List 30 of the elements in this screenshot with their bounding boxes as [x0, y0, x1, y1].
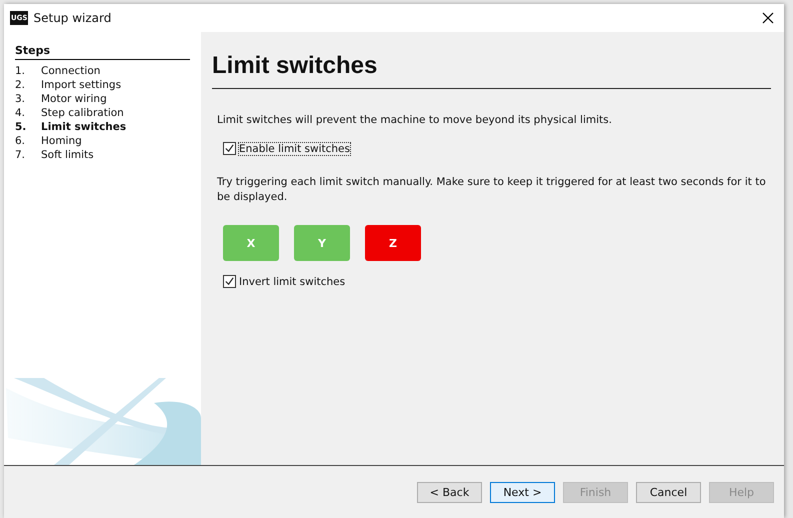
page-title: Limit switches: [212, 52, 771, 89]
window-title: Setup wizard: [33, 11, 112, 25]
step-number: 3.: [15, 92, 26, 106]
step-label: Step calibration: [41, 106, 124, 120]
limit-switch-indicator: Y: [294, 225, 350, 261]
step-number: 1.: [15, 64, 26, 78]
step-label: Import settings: [41, 78, 122, 92]
step-number: 5.: [15, 120, 28, 134]
enable-limit-switches-checkbox[interactable]: Enable limit switches: [223, 142, 350, 155]
step-label: Motor wiring: [41, 92, 107, 106]
limit-switch-indicator: X: [223, 225, 279, 261]
steps-heading: Steps: [15, 44, 190, 60]
wizard-button[interactable]: Cancel: [636, 482, 701, 502]
wizard-button[interactable]: < Back: [417, 482, 482, 502]
close-icon[interactable]: [762, 12, 774, 24]
checkmark-icon: [224, 143, 235, 154]
step-label: Limit switches: [41, 120, 126, 134]
instructions-text: Try triggering each limit switch manually. Make sure to keep it triggered for at least two seconds for it to be displayed.: [217, 175, 767, 205]
step-label: Homing: [41, 134, 82, 148]
step-number: 4.: [15, 106, 26, 120]
intro-text: Limit switches will prevent the machine to move beyond its physical limits.: [217, 113, 613, 128]
step-label: Connection: [41, 64, 100, 78]
wizard-button[interactable]: Next >: [490, 482, 555, 502]
invert-limit-switches-checkbox[interactable]: Invert limit switches: [223, 275, 346, 288]
step-number: 2.: [15, 78, 26, 92]
step-number: 7.: [15, 148, 26, 162]
checkmark-icon: [224, 276, 235, 287]
limit-switch-indicator: Z: [365, 225, 421, 261]
step-label: Soft limits: [41, 148, 94, 162]
step-number: 6.: [15, 134, 26, 148]
